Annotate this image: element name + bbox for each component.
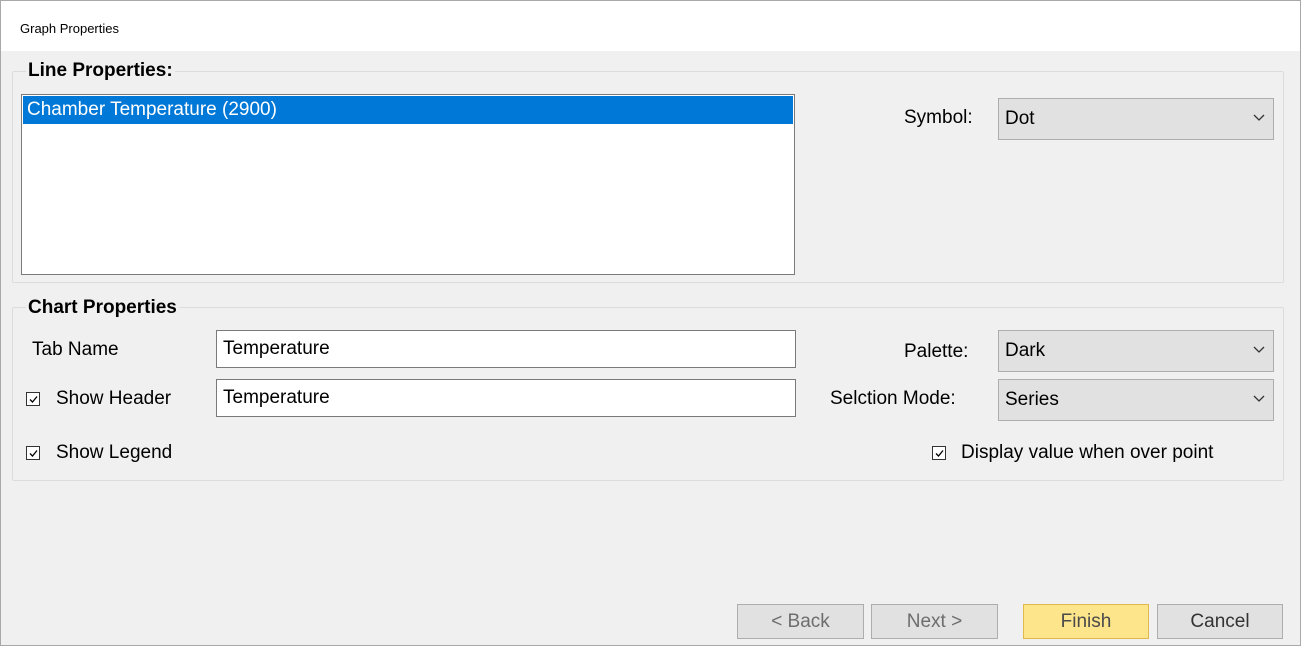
checkmark-icon <box>29 450 38 457</box>
graph-properties-window: Graph Properties Line Properties: Chambe… <box>0 0 1301 646</box>
symbol-value: Dot <box>1005 108 1035 129</box>
palette-label: Palette: <box>904 341 969 362</box>
list-item[interactable]: Chamber Temperature (2900) <box>23 96 793 124</box>
palette-dropdown[interactable]: Dark <box>998 330 1274 372</box>
checkmark-icon <box>935 450 944 457</box>
display-value-checkbox[interactable] <box>932 446 946 460</box>
title-bar: Graph Properties <box>1 1 1300 51</box>
show-legend-checkbox[interactable] <box>26 446 40 460</box>
back-button[interactable]: < Back <box>737 604 864 639</box>
selection-mode-label: Selction Mode: <box>830 388 956 409</box>
show-header-label: Show Header <box>56 388 172 409</box>
finish-button[interactable]: Finish <box>1023 604 1149 639</box>
tab-name-input[interactable]: Temperature <box>216 330 796 368</box>
chevron-down-icon <box>1253 114 1265 121</box>
cancel-button[interactable]: Cancel <box>1157 604 1283 639</box>
chevron-down-icon <box>1253 346 1265 353</box>
chart-properties-label: Chart Properties <box>26 297 179 319</box>
line-list[interactable]: Chamber Temperature (2900) <box>21 94 795 275</box>
show-legend-label: Show Legend <box>56 442 173 463</box>
selection-mode-value: Series <box>1005 389 1059 410</box>
window-title: Graph Properties <box>20 21 119 36</box>
symbol-label: Symbol: <box>904 107 973 128</box>
header-input[interactable]: Temperature <box>216 379 796 417</box>
tab-name-label: Tab Name <box>32 339 119 360</box>
show-header-checkbox[interactable] <box>26 392 40 406</box>
selection-mode-dropdown[interactable]: Series <box>998 379 1274 421</box>
symbol-dropdown[interactable]: Dot <box>998 98 1274 140</box>
line-properties-label: Line Properties: <box>26 60 175 82</box>
checkmark-icon <box>29 396 38 403</box>
chevron-down-icon <box>1253 395 1265 402</box>
next-button[interactable]: Next > <box>871 604 998 639</box>
display-value-label: Display value when over point <box>961 442 1214 463</box>
palette-value: Dark <box>1005 340 1046 361</box>
